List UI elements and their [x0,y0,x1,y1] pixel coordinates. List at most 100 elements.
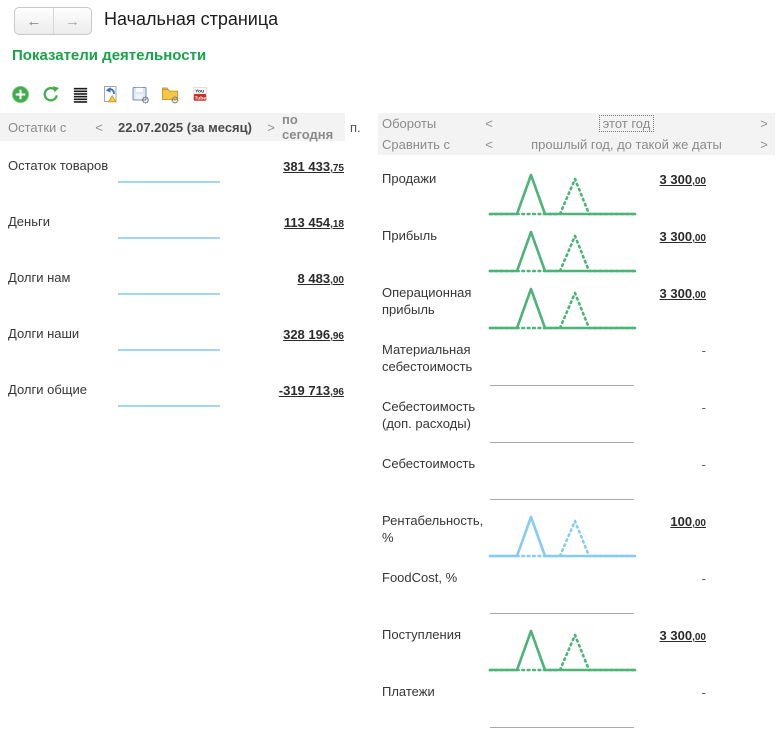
indicator-row: Продажи 3 300,00 [382,170,777,227]
value-integer[interactable]: 100 [670,514,692,529]
sparkline[interactable] [118,181,220,184]
indicator-value[interactable]: 3 300,00 [638,626,777,645]
value-integer[interactable]: 3 300 [660,229,693,244]
turnover-period-next-button[interactable]: > [753,116,775,131]
period-prev-button[interactable]: < [88,113,110,141]
compare-period-selector[interactable]: прошлый год, до такой же даты [531,137,722,152]
flat-baseline [490,613,634,614]
indicator-label: Платежи [382,683,488,701]
sparkline [488,683,638,733]
folder-settings-icon[interactable]: ⚙ [160,84,180,104]
value-integer[interactable]: - [702,685,706,700]
value-decimals[interactable]: ,00 [692,233,706,244]
indicator-row: FoodCost, % - [382,569,777,626]
value-integer[interactable]: - [702,457,706,472]
balances-header-label: Остатки с [0,113,88,141]
save-settings-icon[interactable]: ⚙ [130,84,150,104]
left-rows: Остаток товаров 381 433,75 Деньги 113 45… [0,157,375,437]
value-integer[interactable]: -319 713 [279,383,330,398]
period-to-today[interactable]: по сегодня [282,113,345,141]
value-decimals[interactable]: ,96 [330,331,344,342]
indicator-value[interactable]: 3 300,00 [638,170,777,189]
history-nav: ← → [14,7,92,35]
indicator-value: - [638,341,777,360]
indicator-row: Себестоимость (доп. расходы) - [382,398,777,455]
value-integer[interactable]: 3 300 [660,286,693,301]
youtube-icon[interactable]: You Tube [190,84,210,104]
indicator-label: Себестоимость [382,455,488,473]
flat-sparkline [118,405,220,407]
sparkline[interactable] [118,349,220,352]
value-decimals[interactable]: ,00 [692,176,706,187]
indicator-value[interactable]: 8 483,00 [298,270,344,288]
indicator-value: - [638,683,777,702]
indicator-value[interactable]: 113 454,18 [284,214,344,232]
svg-text:Tube: Tube [195,95,207,101]
refresh-icon[interactable] [40,84,60,104]
indicator-row: Поступления 3 300,00 [382,626,777,683]
flat-baseline [490,442,634,443]
value-decimals[interactable]: ,00 [692,518,706,529]
value-integer[interactable]: 3 300 [660,172,693,187]
add-icon[interactable] [10,84,30,104]
value-integer[interactable]: 8 483 [298,271,331,286]
indicator-value: - [638,569,777,588]
value-decimals[interactable]: ,00 [692,632,706,643]
indicator-value[interactable]: -319 713,96 [279,382,344,400]
sparkline[interactable] [488,512,638,562]
value-decimals[interactable]: ,00 [330,275,344,286]
value-decimals[interactable]: ,00 [692,290,706,301]
indicator-value[interactable]: 381 433,75 [283,158,344,176]
compare-period-next-button[interactable]: > [753,137,775,152]
flat-baseline [490,385,634,386]
indicator-label: Прибыль [382,227,488,245]
sparkline[interactable] [488,284,638,334]
indicator-value: - [638,455,777,474]
flat-sparkline [118,293,220,295]
turnover-period-prev-button[interactable]: < [478,116,500,131]
indicator-row: Долги нам 8 483,00 [8,269,375,325]
indicator-value[interactable]: 3 300,00 [638,284,777,303]
value-integer[interactable]: 328 196 [283,327,330,342]
home-page: ← → Начальная страница Показатели деятел… [0,0,777,753]
sparkline[interactable] [118,405,220,408]
back-button[interactable]: ← [15,8,53,34]
period-selector[interactable]: 22.07.2025 (за месяц) [110,113,260,141]
value-decimals[interactable]: ,75 [330,163,344,174]
truncated-text: п. [345,113,361,141]
value-integer[interactable]: - [702,400,706,415]
flat-baseline [490,499,634,500]
indicator-value[interactable]: 328 196,96 [283,326,344,344]
page-title: Начальная страница [104,9,278,30]
indicator-label: Материальная себестоимость [382,341,488,376]
indicator-row: Операционная прибыль 3 300,00 [382,284,777,341]
turnover-period-selector[interactable]: этот год [599,115,655,132]
sparkline[interactable] [488,227,638,277]
value-integer[interactable]: 113 454 [284,215,330,230]
sparkline [488,341,638,391]
indicator-row: Платежи - [382,683,777,740]
indicator-columns: Остатки с < 22.07.2025 (за месяц) > по с… [0,113,777,740]
sparkline[interactable] [488,170,638,220]
forward-button[interactable]: → [53,8,91,34]
indicator-value[interactable]: 3 300,00 [638,227,777,246]
sparkline[interactable] [118,293,220,296]
indicator-value[interactable]: 100,00 [638,512,777,531]
sparkline [488,569,638,619]
sparkline[interactable] [118,237,220,240]
svg-text:⚙: ⚙ [171,96,180,105]
value-integer[interactable]: - [702,571,706,586]
value-decimals[interactable]: ,96 [330,387,344,398]
sparkline [488,455,638,505]
list-icon[interactable] [70,84,90,104]
value-integer[interactable]: - [702,343,706,358]
compare-period-prev-button[interactable]: < [478,137,500,152]
indicator-row: Материальная себестоимость - [382,341,777,398]
period-next-button[interactable]: > [260,113,282,141]
value-integer[interactable]: 3 300 [660,628,693,643]
report-icon[interactable] [100,84,120,104]
sparkline[interactable] [488,626,638,676]
value-integer[interactable]: 381 433 [283,159,330,174]
turnover-header-label: Обороты [378,116,478,131]
value-decimals[interactable]: ,18 [330,219,344,230]
